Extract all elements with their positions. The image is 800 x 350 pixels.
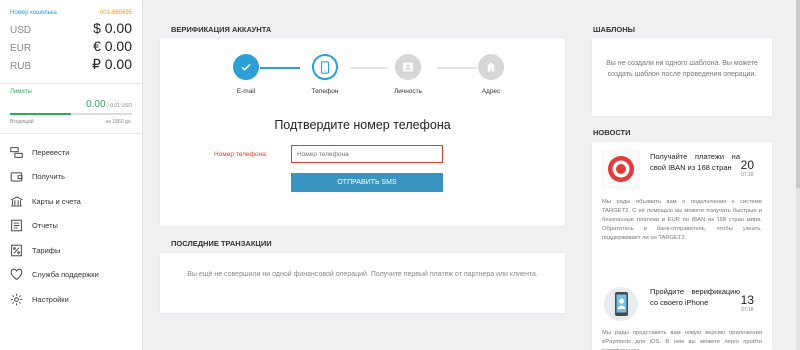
card-icon: [11, 196, 23, 207]
check-icon: [241, 63, 251, 71]
limits-right-label: на 1860 дн.: [105, 119, 132, 125]
limits-value: 0.00: [86, 99, 106, 110]
templates-title: ШАБЛОНЫ: [593, 25, 636, 34]
send-sms-button[interactable]: ОТПРАВИТЬ SMS: [291, 173, 443, 192]
news-item-body: Мы рады представить вам новую версию при…: [602, 330, 762, 350]
wallet-number[interactable]: 001-860695: [100, 10, 132, 16]
limits-panel[interactable]: Лимиты 0.00 / 0.01 USD Входящий на 1860 …: [0, 84, 142, 134]
menu-item-receive[interactable]: Получить: [0, 165, 142, 190]
percent-icon: [11, 244, 22, 257]
menu-item-label: Перевести: [32, 147, 70, 157]
gear-icon: [10, 293, 23, 305]
step-label: Телефон: [311, 88, 339, 95]
news-item-title: Пройдите верификацию со своего iPhone: [650, 287, 740, 307]
id-card-icon: [403, 62, 413, 72]
menu-item-label: Карты и счета: [32, 196, 81, 206]
page-scrollbar[interactable]: [796, 0, 800, 350]
iphone-verification-icon: [604, 287, 638, 321]
verification-card: E-mail Телефон Личность Адрес Подтвердит…: [160, 38, 565, 226]
news-day: 20: [740, 158, 754, 172]
menu-item-label: Тарифы: [32, 245, 61, 255]
document-icon: [11, 219, 22, 232]
balance-usd: USD $ 0.00: [10, 20, 132, 38]
balance-amount: $ 0.00: [93, 20, 132, 36]
menu-item-settings[interactable]: Настройки: [0, 287, 142, 312]
limits-left-label: Входящий: [10, 119, 34, 125]
limits-title: Лимиты: [10, 89, 32, 95]
phone-input[interactable]: [291, 145, 443, 163]
menu-item-transfer[interactable]: Перевести: [0, 140, 142, 165]
news-card: Получайте платежи на свой IBAN из 168 ст…: [592, 142, 772, 350]
menu-item-label: Получить: [32, 172, 65, 182]
news-month: 07.18: [741, 307, 754, 313]
news-item-title: Получайте платежи на свой IBAN из 168 ст…: [650, 152, 740, 172]
templates-card: Вы не создали ни одного шаблона. Вы може…: [592, 38, 772, 116]
wallet-icon: [10, 172, 23, 182]
menu-item-label: Отчеты: [32, 221, 58, 231]
balance-rub: RUB ₽ 0.00: [10, 56, 132, 74]
menu-item-support[interactable]: Служба поддержки: [0, 263, 142, 288]
phone-icon: [320, 60, 330, 74]
currency-code: RUB: [10, 61, 32, 72]
wallet-label: Номер кошелька: [10, 10, 57, 16]
menu-item-tariffs[interactable]: Тарифы: [0, 238, 142, 263]
menu-item-cards[interactable]: Карты и счета: [0, 189, 142, 214]
step-phone: Телефон: [295, 54, 355, 95]
news-item-body: Мы рады объявить вам о подключении к сис…: [602, 199, 762, 241]
verification-heading: Подтвердите номер телефона: [274, 118, 451, 132]
sidebar: Номер кошелька 001-860695 USD $ 0.00 EUR…: [0, 0, 143, 350]
limits-progress-bar: [10, 113, 132, 115]
currency-code: USD: [10, 25, 32, 36]
phone-field-label: Номер телефона:: [214, 151, 268, 158]
verification-title: ВЕРИФИКАЦИЯ АККАУНТА: [171, 25, 272, 34]
target2-logo-icon: [602, 150, 640, 188]
news-item-date: 20 07.18: [741, 158, 754, 178]
transactions-empty-text: Вы ещё не совершили ни одной финансовой …: [187, 271, 538, 278]
transactions-card: Вы ещё не совершили ни одной финансовой …: [160, 253, 565, 313]
step-label: Адрес: [481, 88, 501, 95]
step-label: E-mail: [236, 88, 256, 95]
step-identity: Личность: [378, 54, 438, 95]
news-month: 07.18: [741, 172, 754, 178]
news-item[interactable]: Пройдите верификацию со своего iPhone 13…: [592, 277, 772, 350]
transfer-icon: [10, 146, 23, 158]
news-day: 13: [740, 293, 754, 307]
heart-icon: [10, 268, 23, 281]
currency-code: EUR: [10, 43, 32, 54]
verification-steps: E-mail Телефон Личность Адрес: [160, 54, 565, 114]
transactions-title: ПОСЛЕДНИЕ ТРАНЗАКЦИИ: [171, 239, 272, 248]
menu-item-label: Настройки: [32, 294, 69, 304]
wallet-panel: Номер кошелька 001-860695 USD $ 0.00 EUR…: [0, 0, 142, 84]
step-address: Адрес: [461, 54, 521, 95]
news-item-date: 13 07.18: [741, 293, 754, 313]
balance-amount: € 0.00: [93, 38, 132, 54]
home-icon: [486, 62, 496, 72]
menu-item-reports[interactable]: Отчеты: [0, 214, 142, 239]
limits-max: / 0.01 USD: [107, 103, 132, 109]
balance-eur: EUR € 0.00: [10, 38, 132, 56]
limits-progress-fill: [10, 113, 71, 115]
step-label: Личность: [393, 88, 423, 95]
scrollbar-thumb[interactable]: [796, 0, 800, 188]
templates-empty-text: Вы не создали ни одного шаблона. Вы може…: [606, 60, 758, 78]
step-email: E-mail: [216, 54, 276, 95]
menu-item-label: Служба поддержки: [32, 270, 99, 280]
news-title: НОВОСТИ: [593, 128, 631, 137]
main-menu: Перевести Получить Карты и счета Отчеты …: [0, 134, 142, 312]
news-item[interactable]: Получайте платежи на свой IBAN из 168 ст…: [592, 142, 772, 241]
balance-amount: ₽ 0.00: [91, 56, 132, 72]
